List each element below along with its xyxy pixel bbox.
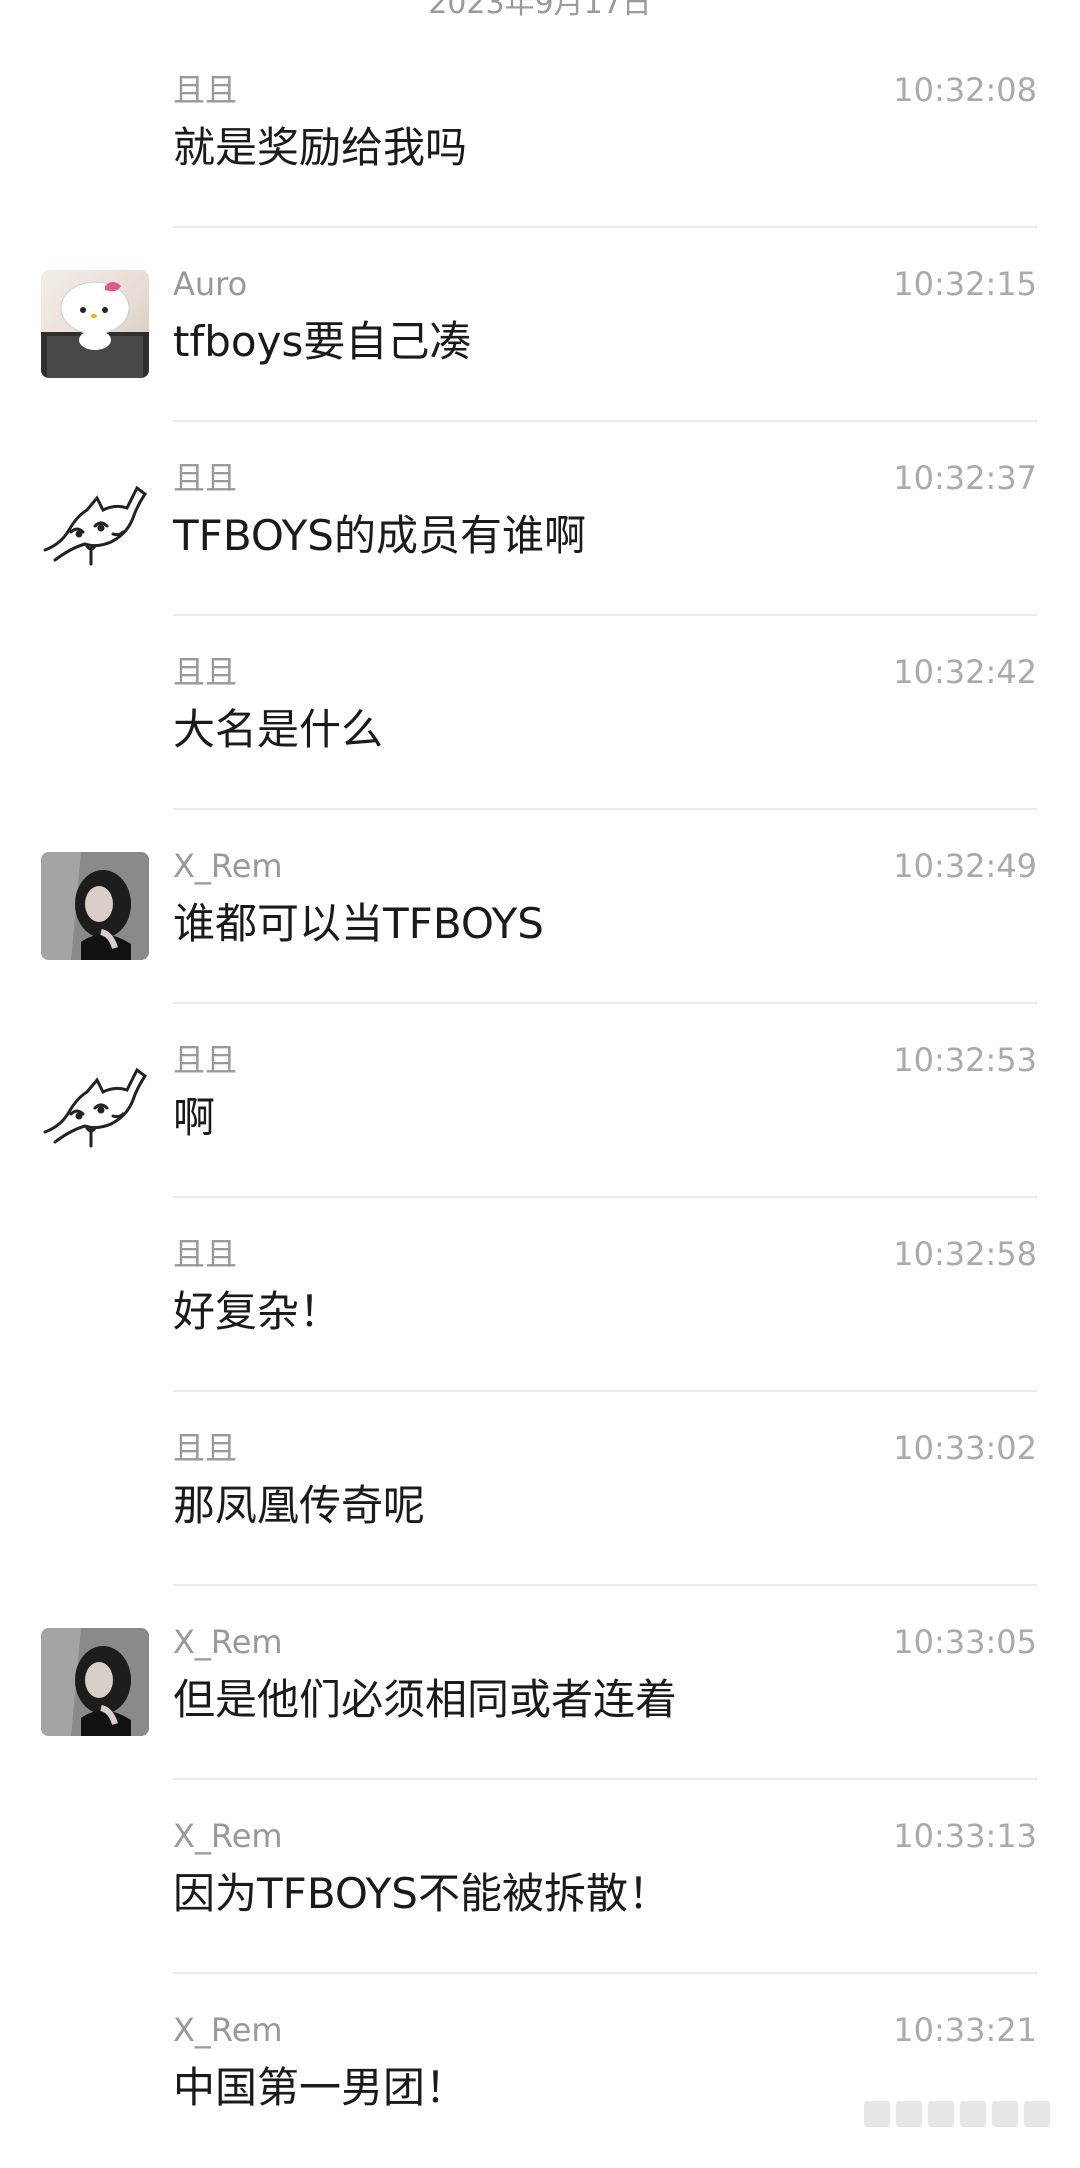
message-time: 10:32:15 [893,265,1037,303]
message-row[interactable]: 且且 10:32:42 大名是什么 [0,616,1080,810]
message-row[interactable]: X_Rem 10:33:05 但是他们必须相同或者连着 [0,1586,1080,1780]
message-time: 10:32:37 [893,459,1037,497]
sender-name: 且且 [173,71,238,109]
date-header: 2023年9月17日 [428,0,652,21]
message-time: 10:33:21 [893,2011,1037,2049]
sender-name: 且且 [173,1429,238,1467]
sender-name: 且且 [173,1235,238,1273]
watermark-block [992,2101,1018,2127]
cat-doodle-icon [43,485,148,566]
hello-kitty-photo-icon [41,281,149,378]
message-row[interactable]: X_Rem 10:33:13 因为TFBOYS不能被拆散！ [0,1780,1080,1974]
message-row[interactable]: 且且 10:32:53 啊 [0,1004,1080,1198]
sender-name: X_Rem [173,1623,283,1661]
message-text: 因为TFBOYS不能被拆散！ [173,1869,670,1918]
message-row[interactable]: X_Rem 10:33:21 中国第一男团！ [0,1974,1080,2168]
message-row[interactable]: 且且 10:32:58 好复杂！ [0,1198,1080,1392]
message-text: 大名是什么 [173,705,384,754]
message-text: 那凤凰传奇呢 [173,1481,426,1530]
watermark [864,2100,1050,2128]
message-text: 就是奖励给我吗 [173,123,468,172]
message-time: 10:32:53 [893,1041,1037,1079]
watermark-block [928,2101,954,2127]
avatar[interactable] [41,852,149,960]
message-time: 10:33:13 [893,1817,1037,1855]
message-row[interactable]: 且且 10:33:02 那凤凰传奇呢 [0,1392,1080,1586]
message-row[interactable]: 且且 10:32:37 TFBOYS的成员有谁啊 [0,422,1080,616]
sender-name: X_Rem [173,1817,283,1855]
sender-name: 且且 [173,1041,238,1079]
watermark-block [864,2101,890,2127]
sender-name: 且且 [173,459,238,497]
avatar[interactable] [41,270,149,378]
message-text: 谁都可以当TFBOYS [173,899,544,948]
message-time: 10:32:42 [893,653,1037,691]
message-text: tfboys要自己凑 [173,317,472,366]
message-row[interactable]: Auro 10:32:15 tfboys要自己凑 [0,228,1080,422]
cat-doodle-icon [43,1067,148,1148]
message-time: 10:32:08 [893,71,1037,109]
message-text: 好复杂！ [173,1287,342,1336]
message-time: 10:32:58 [893,1235,1037,1273]
message-row[interactable]: X_Rem 10:32:49 谁都可以当TFBOYS [0,810,1080,1004]
message-text: 中国第一男团！ [173,2063,468,2112]
avatar[interactable] [41,1046,149,1154]
sender-name: X_Rem [173,847,283,885]
message-text: 啊 [173,1093,216,1142]
watermark-block [960,2101,986,2127]
watermark-block [1024,2101,1050,2127]
message-time: 10:33:02 [893,1429,1037,1467]
avatar[interactable] [41,1628,149,1736]
watermark-block [896,2101,922,2127]
avatar[interactable] [41,464,149,572]
sender-name: Auro [173,265,248,303]
message-time: 10:32:49 [893,847,1037,885]
girl-photo-icon [41,852,149,960]
message-text: TFBOYS的成员有谁啊 [173,511,586,560]
sender-name: X_Rem [173,2011,283,2049]
sender-name: 且且 [173,653,238,691]
chat-history-list: 且且 10:32:08 就是奖励给我吗 Auro 10:32:15 tfboys… [0,34,1080,2168]
girl-photo-icon [41,1628,149,1736]
message-row[interactable]: 且且 10:32:08 就是奖励给我吗 [0,34,1080,228]
message-text: 但是他们必须相同或者连着 [173,1675,678,1724]
message-time: 10:33:05 [893,1623,1037,1661]
